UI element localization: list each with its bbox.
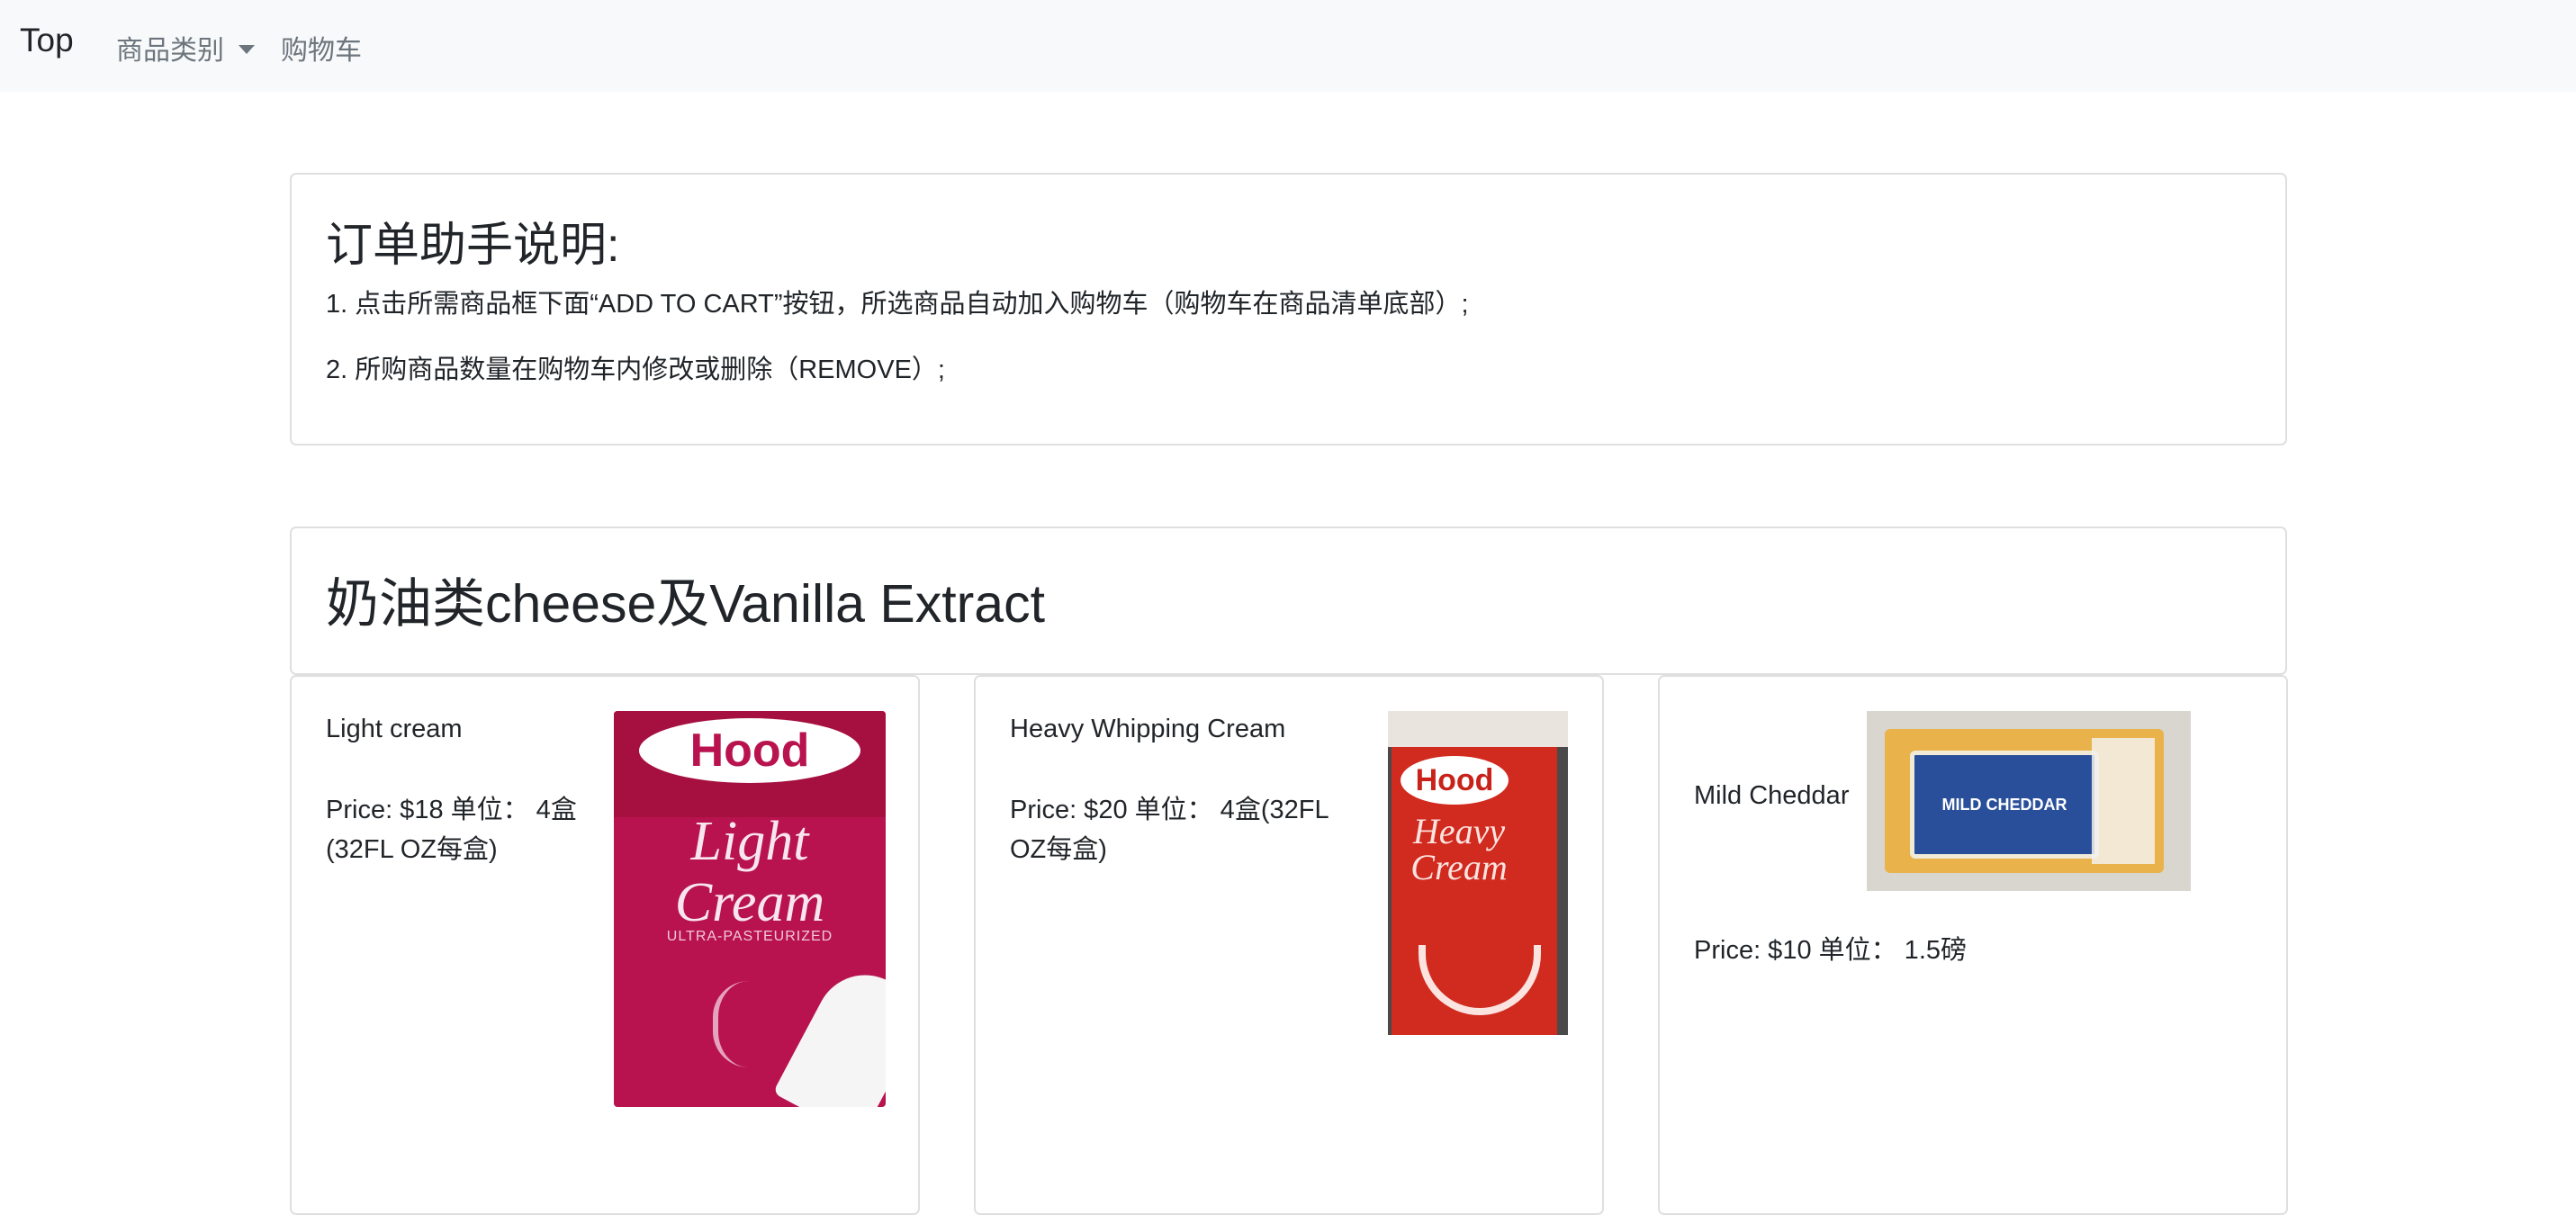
brand-logo: Hood xyxy=(1401,756,1509,805)
category-section-header: 奶油类cheese及Vanilla Extract xyxy=(290,526,2287,675)
brand-logo: Hood xyxy=(639,718,860,783)
package-text-line-2: Cream xyxy=(674,872,825,933)
package-subtext: ULTRA-PASTEURIZED xyxy=(666,929,833,944)
product-image-mild-cheddar: MILD CHEDDAR xyxy=(1867,711,2191,891)
product-name: Heavy Whipping Cream xyxy=(1010,715,1286,743)
caret-down-icon xyxy=(239,45,255,54)
package-label: MILD CHEDDAR xyxy=(1910,751,2099,859)
instructions-card: 订单助手说明: 1. 点击所需商品框下面“ADD TO CART”按钮，所选商品… xyxy=(290,173,2287,446)
product-card-heavy-whipping-cream: Heavy Whipping Cream Price: $20 单位： 4盒(3… xyxy=(974,675,1604,1215)
brand-link[interactable]: Top xyxy=(20,22,74,59)
product-card-mild-cheddar: Mild Cheddar Price: $10 单位： 1.5磅 MILD CH… xyxy=(1658,675,2288,1215)
categories-label: 商品类别 xyxy=(116,36,224,66)
product-price-info: Price: $20 单位： 4盒(32FL OZ每盒) xyxy=(1010,796,1329,864)
product-image-light-cream: Hood Light Cream ULTRA-PASTEURIZED xyxy=(614,711,886,1107)
package-text-line-1: Light xyxy=(690,811,809,872)
cart-link[interactable]: 购物车 xyxy=(281,28,362,68)
product-name: Light cream xyxy=(326,715,463,743)
categories-dropdown[interactable]: 商品类别 xyxy=(116,28,255,68)
product-price-info: Price: $10 单位： 1.5磅 xyxy=(1694,936,1967,965)
instruction-line-2: 2. 所购商品数量在购物车内修改或删除（REMOVE）; xyxy=(326,356,945,384)
product-name: Mild Cheddar xyxy=(1694,781,1850,810)
product-price-info: Price: $18 单位： 4盒(32FL OZ每盒) xyxy=(326,796,577,864)
product-image-heavy-cream: Hood Heavy Cream xyxy=(1388,711,1568,1035)
package-text-line-2: Cream xyxy=(1410,847,1508,887)
instruction-line-1: 1. 点击所需商品框下面“ADD TO CART”按钮，所选商品自动加入购物车（… xyxy=(326,290,1469,319)
product-card-light-cream: Light cream Price: $18 单位： 4盒(32FL OZ每盒)… xyxy=(290,675,920,1215)
top-navbar: Top 商品类别 购物车 xyxy=(0,0,2576,92)
category-heading: 奶油类cheese及Vanilla Extract xyxy=(326,574,1045,634)
instructions-title: 订单助手说明: xyxy=(326,220,620,272)
